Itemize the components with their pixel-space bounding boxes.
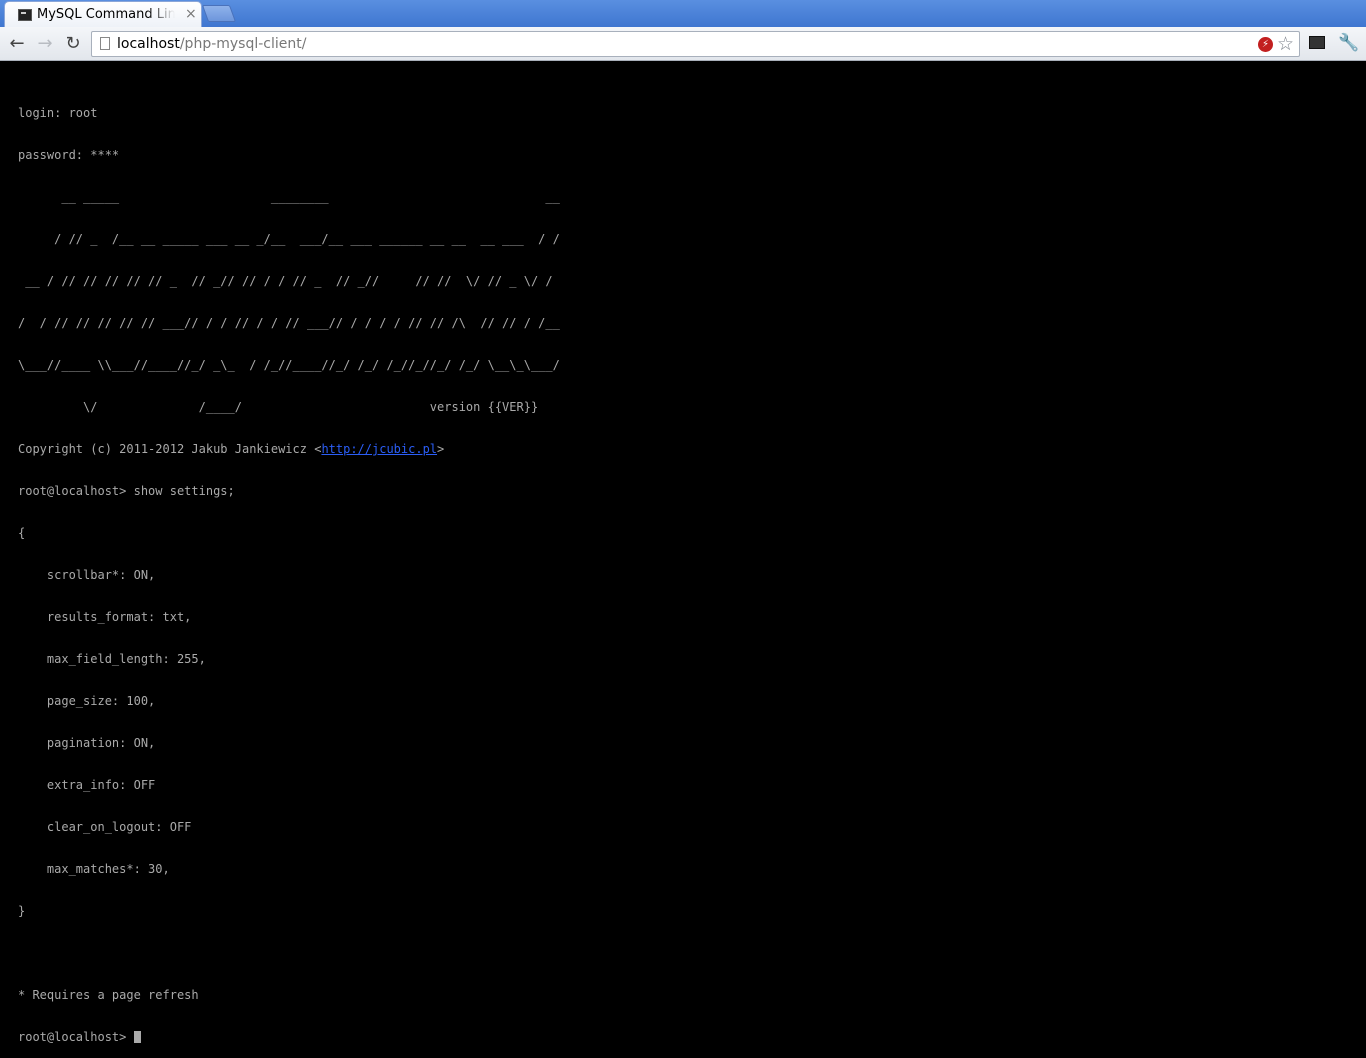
banner-line: __ / // // // // // _ // _// // / / // _…	[18, 274, 553, 288]
wrench-icon[interactable]: 🔧	[1338, 32, 1359, 54]
setting-line: page_size: 100,	[18, 694, 156, 708]
tab-active[interactable]: MySQL Command Line Client ×	[4, 1, 202, 27]
copyright-suffix: >	[437, 442, 445, 456]
copyright-text: Copyright (c) 2011-2012 Jakub Jankiewicz…	[18, 442, 322, 456]
address-bar[interactable]: localhost/php-mysql-client/ ⚡ ☆	[91, 31, 1300, 57]
banner-line: / // _ /__ __ _____ ___ __ _/__ ___/__ _…	[18, 232, 560, 246]
terminal-extension-icon[interactable]	[1309, 36, 1325, 49]
arrow-left-icon: ←	[9, 33, 25, 54]
star-icon[interactable]: ☆	[1277, 33, 1294, 55]
terminal-output[interactable]: login: root password: **** __ _____ ____…	[18, 78, 1358, 1044]
setting-line: max_field_length: 255,	[18, 652, 206, 666]
login-line: login: root	[18, 106, 98, 120]
terminal-cursor[interactable]	[133, 1031, 141, 1043]
prompt-text: root@localhost>	[18, 1030, 134, 1044]
banner-line: \___//____ \\___//____//_/ _\_ / /_//___…	[18, 358, 560, 372]
tab-title: MySQL Command Line Client	[37, 7, 175, 22]
reload-button[interactable]: ↻	[62, 33, 84, 55]
tab-strip: MySQL Command Line Client ×	[0, 0, 1366, 27]
banner-line: __ _____ ________ __	[18, 190, 560, 204]
banner-line: \/ /____/ version {{VER}}	[18, 400, 539, 414]
url-text[interactable]: localhost/php-mysql-client/	[117, 36, 306, 52]
copyright-line: Copyright (c) 2011-2012 Jakub Jankiewicz…	[18, 442, 1358, 456]
prompt-line[interactable]: root@localhost>	[18, 1030, 1358, 1044]
setting-line: max_matches*: 30,	[18, 862, 170, 876]
arrow-right-icon: →	[37, 33, 53, 54]
blocked-popup-icon[interactable]: ⚡	[1258, 37, 1273, 52]
new-tab-button[interactable]	[201, 5, 237, 22]
url-host: localhost	[117, 36, 180, 52]
forward-button[interactable]: →	[34, 33, 56, 55]
password-line: password: ****	[18, 148, 120, 162]
setting-line: clear_on_logout: OFF	[18, 820, 192, 834]
page-icon	[100, 37, 110, 50]
command-line: root@localhost> show settings;	[18, 484, 235, 498]
setting-line: extra_info: OFF	[18, 778, 156, 792]
settings-close-brace: }	[18, 904, 26, 918]
setting-line: scrollbar*: ON,	[18, 568, 156, 582]
url-path: /php-mysql-client/	[179, 36, 307, 52]
close-tab-icon[interactable]: ×	[185, 6, 197, 22]
terminal-favicon-icon	[18, 9, 32, 21]
browser-toolbar: ← → ↻ localhost/php-mysql-client/ ⚡ ☆ 🔧	[0, 27, 1366, 61]
settings-open-brace: {	[18, 526, 26, 540]
reload-icon: ↻	[65, 33, 81, 54]
setting-line: pagination: ON,	[18, 736, 156, 750]
refresh-note: * Requires a page refresh	[18, 988, 199, 1002]
banner-line: / / // // // // // ___// / / // / / // _…	[18, 316, 560, 330]
setting-line: results_format: txt,	[18, 610, 192, 624]
back-button[interactable]: ←	[6, 33, 28, 55]
author-link[interactable]: http://jcubic.pl	[321, 442, 437, 456]
